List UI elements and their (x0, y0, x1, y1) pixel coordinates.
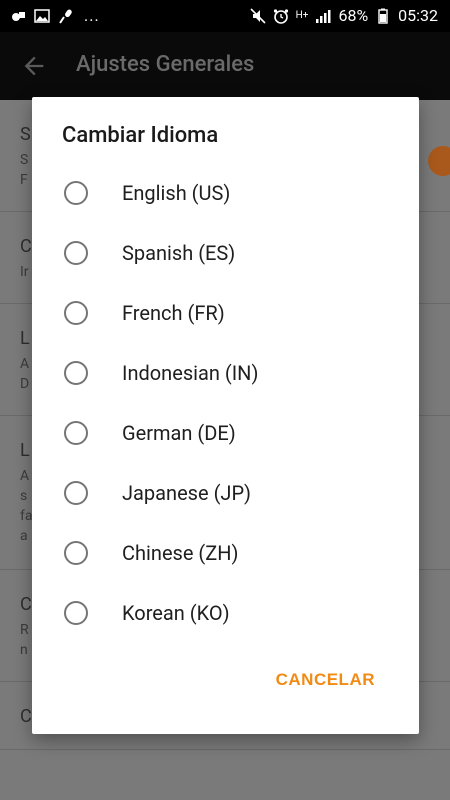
language-option[interactable]: Japanese (JP) (32, 463, 419, 523)
mute-icon (250, 7, 266, 24)
network-type: H+ (295, 9, 309, 21)
settings-item-subtitle: s (20, 488, 28, 504)
settings-item-subtitle: D (20, 376, 30, 392)
radio-button-icon[interactable] (64, 361, 88, 385)
settings-item-title: C (20, 594, 32, 615)
settings-item-subtitle: a (20, 528, 28, 544)
radio-button-icon[interactable] (64, 601, 88, 625)
alarm-icon (273, 8, 288, 24)
toggle-indicator (428, 146, 450, 176)
battery-percent: 68% (338, 6, 369, 25)
language-option[interactable]: Indonesian (IN) (32, 343, 419, 403)
dialog-title: Cambiar Idioma (62, 123, 219, 148)
cancel-button[interactable]: CANCELAR (276, 670, 375, 690)
language-option[interactable]: German (DE) (32, 403, 419, 463)
settings-item-title: L (20, 328, 30, 349)
radio-button-icon[interactable] (64, 481, 88, 505)
language-option-label: Chinese (ZH) (122, 541, 239, 565)
language-option-label: English (US) (122, 181, 231, 205)
settings-item-subtitle: n (20, 642, 28, 658)
language-option[interactable]: Korean (KO) (32, 583, 419, 643)
settings-item-subtitle: A (20, 468, 30, 484)
settings-item-subtitle: fa (20, 508, 33, 524)
language-option-label: Indonesian (IN) (122, 361, 259, 385)
toolbar: Ajustes Generales (0, 32, 450, 100)
page-title: Ajustes Generales (76, 52, 255, 77)
settings-item-subtitle: R (20, 622, 29, 638)
language-option[interactable]: French (FR) (32, 283, 419, 343)
language-option-label: Spanish (ES) (122, 241, 236, 265)
radio-button-icon[interactable] (64, 301, 88, 325)
language-option-label: German (DE) (122, 421, 236, 445)
language-option-label: French (FR) (122, 301, 225, 325)
language-option[interactable]: Spanish (ES) (32, 223, 419, 283)
language-option-label: Korean (KO) (122, 601, 230, 625)
back-arrow-icon[interactable] (20, 52, 48, 80)
image-icon (34, 8, 50, 23)
language-option[interactable]: Chinese (ZH) (32, 523, 419, 583)
battery-icon (378, 8, 388, 24)
status-bar-left: ... (10, 6, 100, 25)
settings-item-title: C (20, 236, 32, 257)
language-option-label: Japanese (JP) (122, 481, 252, 505)
status-bar-right: H+ 68% 05:32 (250, 6, 438, 25)
language-option[interactable]: English (US) (32, 163, 419, 223)
signal-icon (316, 9, 331, 23)
settings-item-subtitle: F (20, 172, 28, 188)
notification-icon (12, 11, 25, 21)
settings-item-title: S (20, 124, 31, 145)
settings-item-subtitle: A (20, 356, 30, 372)
radio-button-icon[interactable] (64, 541, 88, 565)
clock: 05:32 (398, 6, 438, 25)
more-notifications: ... (84, 6, 100, 25)
language-dialog: Cambiar Idioma English (US) Spanish (ES)… (32, 97, 419, 734)
settings-item-subtitle: Ir (20, 264, 29, 280)
settings-item-title: L (20, 440, 30, 461)
settings-item-subtitle: S (20, 152, 29, 168)
settings-item-title: C (20, 706, 32, 727)
radio-button-icon[interactable] (64, 181, 88, 205)
status-bar: ... H+ 68% 05:32 (0, 0, 450, 32)
radio-button-icon[interactable] (64, 421, 88, 445)
microphone-icon (59, 9, 72, 24)
radio-button-icon[interactable] (64, 241, 88, 265)
